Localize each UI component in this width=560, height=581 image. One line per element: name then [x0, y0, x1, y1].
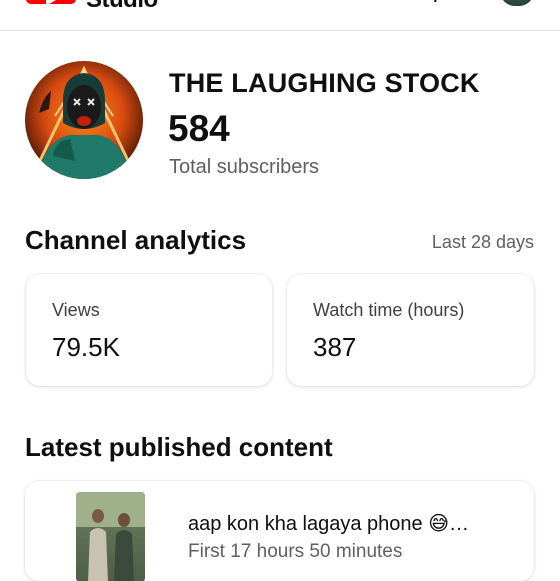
- date-range-label: Last 28 days: [431, 232, 534, 252]
- app-title: Studio: [86, 0, 158, 12]
- video-title: aap kon kha lagaya phone 😅…: [188, 513, 470, 535]
- account-avatar-icon[interactable]: [500, 0, 534, 6]
- help-icon[interactable]: [428, 0, 442, 4]
- channel-avatar[interactable]: [25, 61, 143, 179]
- latest-content-heading: Latest published content: [25, 432, 333, 462]
- subscriber-label: Total subscribers: [169, 156, 320, 178]
- analytics-heading: Channel analytics: [25, 225, 247, 255]
- video-thumbnail[interactable]: [76, 492, 145, 581]
- watch-time-value: 387: [313, 332, 357, 362]
- watch-time-label: Watch time (hours): [313, 300, 465, 320]
- top-app-bar: Studio: [0, 0, 560, 31]
- views-card[interactable]: Views 79.5K: [26, 274, 272, 386]
- views-value: 79.5K: [52, 332, 120, 362]
- watch-time-card[interactable]: Watch time (hours) 387: [287, 274, 534, 386]
- youtube-logo-icon[interactable]: [26, 0, 76, 6]
- views-label: Views: [52, 300, 100, 320]
- latest-video-card[interactable]: aap kon kha lagaya phone 😅… First 17 hou…: [25, 481, 534, 581]
- subscriber-count: 584: [168, 108, 230, 149]
- channel-name: THE LAUGHING STOCK: [169, 68, 480, 98]
